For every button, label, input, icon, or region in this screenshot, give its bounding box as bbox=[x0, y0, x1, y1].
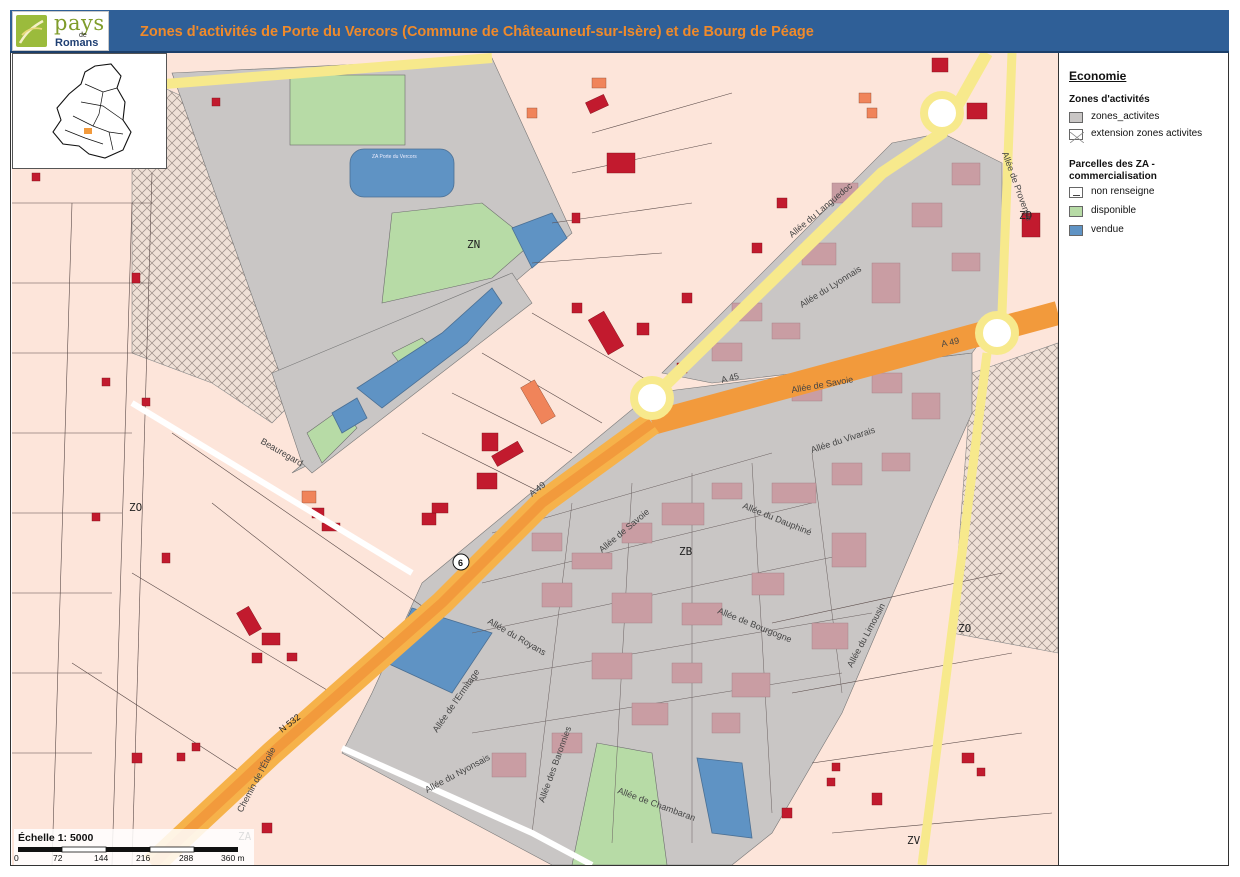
legend-label: disponible bbox=[1091, 205, 1137, 216]
legend-swatch-dash bbox=[1069, 187, 1083, 198]
roundabout-north bbox=[920, 91, 964, 135]
scale-tick: 72 bbox=[53, 853, 63, 863]
scale-tick: 144 bbox=[94, 853, 109, 863]
legend-label: vendue bbox=[1091, 224, 1124, 235]
map-title: Zones d'activités de Porte du Vercors (C… bbox=[140, 24, 814, 40]
legend-label: non renseigne bbox=[1091, 186, 1155, 197]
legend-section-zones: Zones d'activités bbox=[1069, 94, 1150, 105]
legend-swatch-crosshatch bbox=[1069, 129, 1085, 144]
zone-label: ZV bbox=[907, 834, 921, 847]
scale-tick: 360 m bbox=[221, 853, 245, 863]
legend-label: zones_activites bbox=[1091, 111, 1160, 122]
locator-highlight bbox=[84, 128, 92, 134]
zone-label: ZO bbox=[958, 622, 971, 635]
logo-text-romans: Romans bbox=[55, 37, 99, 49]
legend-section-parcelles: Parcelles des ZA - commercialisation bbox=[1069, 159, 1157, 182]
scale-tick: 216 bbox=[136, 853, 151, 863]
zone-label: ZN bbox=[467, 238, 480, 251]
legend-swatch bbox=[1069, 225, 1083, 236]
scale-tick: 288 bbox=[179, 853, 194, 863]
map-svg: ZA Porte du Vercors 6 ZN ZO ZB ZO ZD ZV … bbox=[12, 53, 1058, 865]
parcel-disponible bbox=[289, 74, 406, 146]
locator-territory-outline bbox=[52, 63, 132, 159]
pays-de-romans-logo: pays de Romans bbox=[12, 11, 109, 51]
locator-inset-map bbox=[12, 53, 167, 169]
logo-mark-icon bbox=[16, 15, 47, 47]
route-shield-number: 6 bbox=[458, 558, 463, 568]
roundabout-west bbox=[630, 376, 674, 420]
zone-label: ZO bbox=[129, 501, 142, 514]
legend-title: Economie bbox=[1069, 69, 1127, 83]
locator-map-svg bbox=[52, 63, 132, 159]
scale-tick: 0 bbox=[14, 853, 19, 863]
scale-bar: Échelle 1: 5000 0 72 144 216 288 360 m bbox=[14, 829, 254, 865]
road-east bbox=[997, 53, 1017, 314]
legend-label: extension zones activites bbox=[1091, 128, 1203, 139]
legend-swatch bbox=[1069, 112, 1083, 123]
pond-label: ZA Porte du Vercors bbox=[372, 154, 417, 160]
roundabout-east bbox=[975, 311, 1019, 355]
map-canvas[interactable]: ZA Porte du Vercors 6 ZN ZO ZB ZO ZD ZV … bbox=[12, 53, 1058, 865]
legend-panel: Economie Zones d'activités zones_activit… bbox=[1058, 53, 1228, 865]
scale-label: Échelle 1: 5000 bbox=[18, 832, 94, 844]
legend-swatch bbox=[1069, 206, 1083, 217]
zone-label: ZB bbox=[679, 545, 693, 558]
